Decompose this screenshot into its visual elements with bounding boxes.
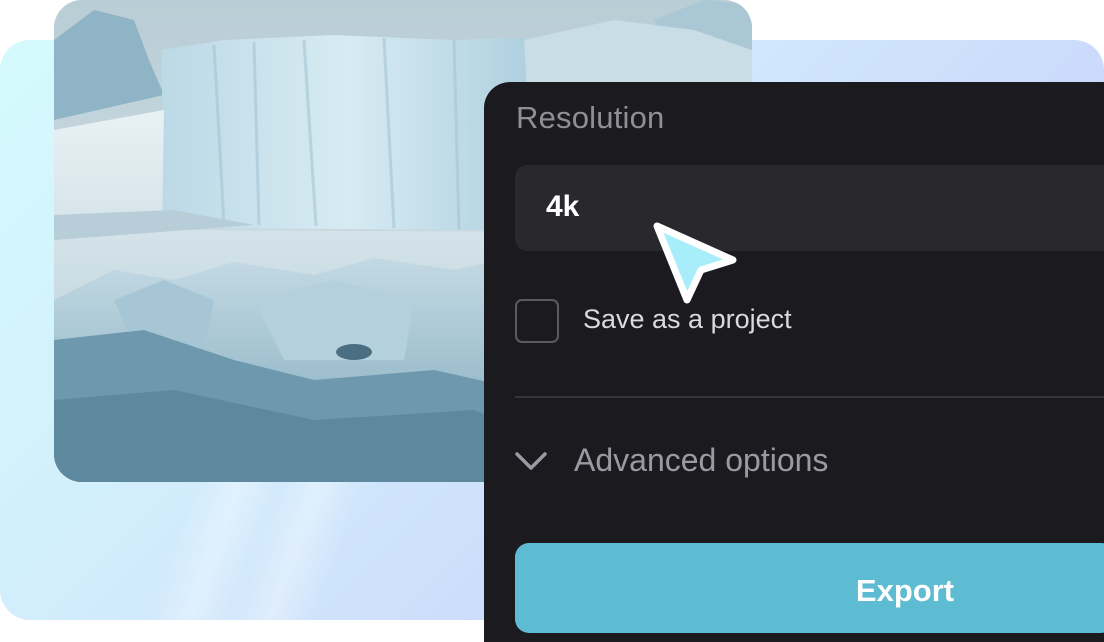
cursor-pointer-icon: [653, 222, 737, 304]
advanced-options-toggle[interactable]: Advanced options: [574, 442, 828, 479]
chevron-down-icon[interactable]: [514, 446, 548, 476]
save-project-checkbox[interactable]: [515, 299, 559, 343]
resolution-label: Resolution: [516, 100, 665, 135]
resolution-select[interactable]: [515, 165, 1104, 251]
resolution-value: 4k: [546, 190, 580, 223]
save-project-label[interactable]: Save as a project: [583, 304, 792, 335]
divider: [515, 396, 1104, 398]
export-button-label: Export: [855, 573, 955, 608]
